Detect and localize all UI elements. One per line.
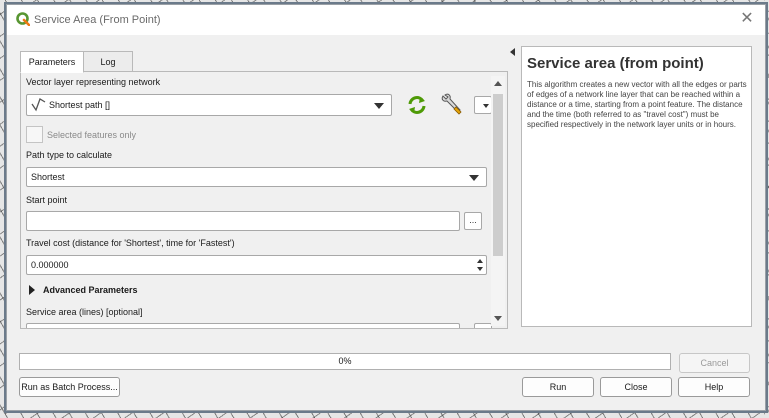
scroll-thumb[interactable] [493, 94, 503, 256]
selected-features-label: Selected features only [47, 130, 137, 140]
help-button[interactable]: Help [678, 377, 750, 397]
parameters-scrollbar[interactable] [491, 76, 505, 326]
service-area-label: Service area (lines) [optional] [26, 307, 143, 317]
spin-down-icon[interactable] [477, 267, 483, 271]
chevron-down-icon [469, 175, 479, 181]
line-layer-icon [31, 98, 46, 112]
window-title: Service Area (From Point) [34, 14, 161, 26]
tab-log[interactable]: Log [83, 51, 133, 73]
progress-bar: 0% [19, 353, 671, 370]
network-options-button[interactable] [474, 96, 492, 114]
chevron-down-icon [483, 104, 489, 108]
parameters-panel: Vector layer representing network Shorte… [20, 71, 508, 329]
start-point-label: Start point [26, 195, 68, 205]
path-type-value: Shortest [31, 172, 65, 182]
travel-cost-value: 0.000000 [31, 260, 69, 270]
wrench-settings-icon[interactable] [440, 92, 464, 116]
travel-cost-input[interactable]: 0.000000 [26, 255, 487, 275]
refresh-iterate-icon[interactable] [406, 94, 428, 116]
advanced-parameters-label[interactable]: Advanced Parameters [43, 285, 138, 295]
path-type-select[interactable]: Shortest [26, 167, 487, 187]
title-bar: Service Area (From Point) ✕ [7, 5, 765, 35]
chevron-down-icon [374, 103, 384, 109]
start-point-browse-button[interactable]: ... [464, 212, 482, 230]
run-button[interactable]: Run [522, 377, 594, 397]
map-background-left [0, 0, 5, 418]
network-layer-value: Shortest path [] [49, 100, 111, 110]
selected-features-checkbox[interactable] [26, 126, 43, 143]
qgis-logo-icon [16, 12, 30, 26]
spin-up-icon[interactable] [477, 259, 483, 263]
help-panel: Service area (from point) This algorithm… [521, 46, 752, 327]
scroll-up-icon[interactable] [494, 81, 502, 86]
run-batch-button[interactable]: Run as Batch Process... [19, 377, 120, 397]
network-layer-label: Vector layer representing network [26, 77, 161, 87]
tab-parameters[interactable]: Parameters [20, 51, 84, 73]
service-area-output[interactable] [26, 323, 460, 328]
path-type-label: Path type to calculate [26, 150, 113, 160]
advanced-expand-icon[interactable] [29, 285, 35, 295]
cancel-button[interactable]: Cancel [679, 353, 750, 373]
start-point-input[interactable] [26, 211, 460, 231]
close-button[interactable]: Close [600, 377, 672, 397]
service-area-dialog: Service Area (From Point) ✕ Parameters L… [6, 4, 766, 411]
collapse-help-icon[interactable] [510, 48, 515, 56]
network-layer-combo[interactable]: Shortest path [] [26, 94, 392, 116]
close-window-icon[interactable]: ✕ [737, 9, 757, 29]
service-area-browse-button[interactable] [474, 323, 492, 328]
help-title: Service area (from point) [527, 55, 704, 72]
progress-text: 0% [338, 356, 352, 366]
travel-cost-label: Travel cost (distance for 'Shortest', ti… [26, 238, 235, 248]
scroll-down-icon[interactable] [494, 316, 502, 321]
help-description: This algorithm creates a new vector with… [527, 80, 747, 129]
